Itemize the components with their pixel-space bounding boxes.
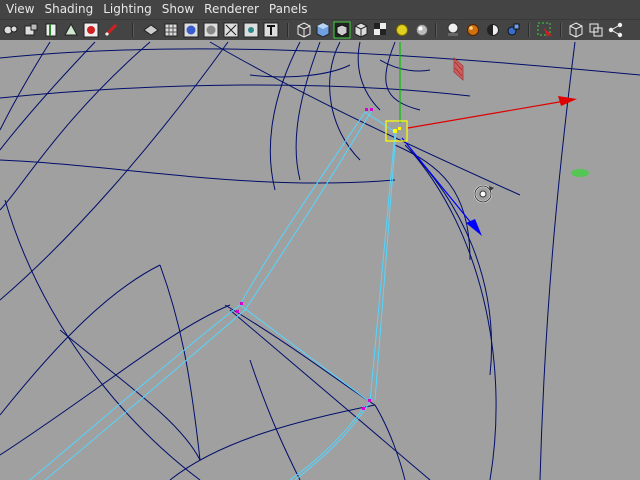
anti-aliasing-icon[interactable] <box>484 21 502 39</box>
four-view-icon[interactable] <box>587 21 605 39</box>
x-axis-handle <box>407 100 566 129</box>
vertex <box>236 310 239 313</box>
textured-icon[interactable] <box>352 21 370 39</box>
wireframe-icon[interactable] <box>295 21 313 39</box>
mesh-curve <box>0 304 231 456</box>
mesh-curve <box>169 404 376 480</box>
camera-attributes-icon[interactable] <box>22 21 40 39</box>
single-view-icon[interactable] <box>567 21 585 39</box>
menu-show[interactable]: Show <box>156 0 194 19</box>
viewport-canvas[interactable] <box>0 40 640 480</box>
flat-shade-icon[interactable] <box>202 21 220 39</box>
viewport-menubar: View Shading Lighting Show Renderer Pane… <box>0 0 640 19</box>
mesh-curve <box>0 264 161 416</box>
x-ray-joints-icon[interactable] <box>242 21 260 39</box>
mesh-curve <box>295 41 321 181</box>
mesh-curve <box>357 41 381 111</box>
mesh-curve <box>0 41 96 151</box>
locator-icon <box>571 169 589 177</box>
mesh-curve <box>249 64 351 78</box>
grease-pencil-icon[interactable] <box>102 21 120 39</box>
menu-lighting[interactable]: Lighting <box>97 0 152 19</box>
motion-blur-icon[interactable] <box>444 21 462 39</box>
mesh-curve <box>4 199 201 480</box>
toolbar-separator <box>528 23 530 37</box>
resolution-gate-icon[interactable] <box>142 21 160 39</box>
rotate-camera-icon[interactable] <box>474 185 494 203</box>
pivot-point <box>398 127 401 130</box>
vertex <box>240 302 243 305</box>
perspective-viewport[interactable] <box>0 40 640 480</box>
menu-renderer[interactable]: Renderer <box>198 0 259 19</box>
vertex <box>368 399 371 402</box>
grid-icon[interactable] <box>162 21 180 39</box>
menu-view[interactable]: View <box>0 0 34 19</box>
mesh-curve <box>385 41 421 111</box>
mesh-curve <box>0 48 640 76</box>
mesh-curve <box>224 304 376 406</box>
depth-of-field-icon[interactable] <box>504 21 522 39</box>
z-axis-handle <box>401 137 473 225</box>
vertex <box>365 108 368 111</box>
panel-toolbar <box>0 19 640 40</box>
mesh-curve <box>159 264 201 461</box>
mesh-curve <box>269 41 301 191</box>
high-quality-icon[interactable] <box>413 21 431 39</box>
mesh-curve <box>394 144 471 261</box>
toolbar-separator <box>287 23 289 37</box>
vertex <box>362 407 365 410</box>
mesh-curve <box>249 359 301 480</box>
light-icon <box>453 57 464 81</box>
wireframe-mesh <box>0 41 640 480</box>
vertex <box>370 108 373 111</box>
toolbar-separator <box>560 23 562 37</box>
hypergraph-icon[interactable] <box>607 21 625 39</box>
selected-curves[interactable] <box>29 109 397 480</box>
mesh-curve <box>539 41 576 480</box>
smooth-shade-all-icon[interactable] <box>314 21 332 39</box>
shadows-icon[interactable] <box>393 21 411 39</box>
smooth-shade-icon[interactable] <box>182 21 200 39</box>
mesh-curve <box>374 404 406 480</box>
component-vertices[interactable] <box>236 108 373 410</box>
mesh-curve <box>0 159 396 184</box>
image-plane-icon[interactable] <box>62 21 80 39</box>
mesh-curve <box>0 41 151 211</box>
text-icon[interactable] <box>262 21 280 39</box>
ambient-occlusion-icon[interactable] <box>464 21 482 39</box>
highlight-selection-icon[interactable] <box>536 21 554 39</box>
mesh-curve <box>229 309 431 480</box>
mesh-curve <box>404 144 493 376</box>
use-all-lights-icon[interactable] <box>372 21 390 39</box>
mesh-curve <box>0 41 229 301</box>
menu-panels[interactable]: Panels <box>263 0 308 19</box>
isolate-select-icon[interactable] <box>333 21 351 39</box>
wireframe-on-shaded-icon[interactable] <box>222 21 240 39</box>
menu-shading[interactable]: Shading <box>38 0 93 19</box>
mesh-curve <box>209 41 521 196</box>
mesh-curve <box>409 149 497 480</box>
bookmarks-icon[interactable] <box>42 21 60 39</box>
pivot-point <box>393 129 397 133</box>
toolbar-separator <box>132 23 134 37</box>
camera-select-icon[interactable] <box>2 21 20 39</box>
toolbar-separator <box>435 23 437 37</box>
film-gate-icon[interactable] <box>82 21 100 39</box>
